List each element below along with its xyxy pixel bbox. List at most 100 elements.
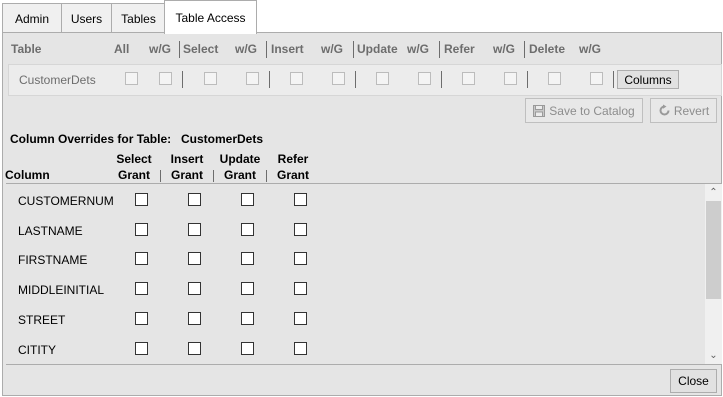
- header-separator: [266, 170, 267, 182]
- row-separator: [182, 71, 183, 88]
- overrides-table-name: CustomerDets: [181, 132, 264, 146]
- refer-wg-checkbox[interactable]: [504, 72, 517, 85]
- tab-bar: Admin Users Tables Table Access: [0, 0, 723, 34]
- scroll-thumb[interactable]: [706, 201, 721, 299]
- select-wg-checkbox[interactable]: [246, 72, 259, 85]
- header-insert-wg: w/G: [235, 42, 258, 56]
- scroll-up-arrow-icon[interactable]: ⌃: [705, 184, 722, 201]
- header-line-2: Grant: [117, 168, 150, 182]
- column-name: STREET: [18, 313, 66, 327]
- row-separator: [355, 71, 356, 88]
- refer-grant-checkbox[interactable]: [294, 193, 307, 206]
- insert-wg-checkbox[interactable]: [332, 72, 345, 85]
- update-grant-checkbox[interactable]: [241, 193, 254, 206]
- close-button-label: Close: [678, 374, 709, 388]
- update-grant-checkbox[interactable]: [241, 282, 254, 295]
- row-separator: [527, 71, 528, 88]
- select-grant-checkbox[interactable]: [135, 193, 148, 206]
- revert-button-label: Revert: [673, 103, 710, 118]
- tab-users[interactable]: Users: [61, 3, 112, 33]
- refer-grant-checkbox[interactable]: [294, 252, 307, 265]
- columns-button[interactable]: Columns: [617, 70, 679, 89]
- column-list[interactable]: CUSTOMERNUM LASTNAME FIRSTNAME MIDDLEINI…: [6, 183, 722, 365]
- close-button[interactable]: Close: [670, 369, 717, 393]
- select-grant-checkbox[interactable]: [135, 312, 148, 325]
- select-checkbox[interactable]: [204, 72, 217, 85]
- tab-admin[interactable]: Admin: [2, 3, 62, 33]
- header-separator: [439, 41, 440, 58]
- header-select-wg: w/G: [149, 42, 172, 56]
- tab-tables[interactable]: Tables: [111, 3, 166, 33]
- header-refer: Refer: [444, 42, 475, 56]
- update-grant-header: Update Grant: [217, 151, 263, 183]
- header-line-2: Grant: [223, 168, 256, 182]
- all-wg-checkbox[interactable]: [159, 72, 172, 85]
- header-line-1: Insert: [170, 152, 204, 166]
- overrides-title: Column Overrides for Table:: [10, 132, 172, 146]
- refer-grant-checkbox[interactable]: [294, 223, 307, 236]
- insert-grant-checkbox[interactable]: [188, 342, 201, 355]
- delete-checkbox[interactable]: [548, 72, 561, 85]
- header-insert: Insert: [271, 42, 304, 56]
- select-grant-checkbox[interactable]: [135, 282, 148, 295]
- tab-table-access[interactable]: Table Access: [164, 0, 257, 34]
- update-wg-checkbox[interactable]: [418, 72, 431, 85]
- save-icon: [533, 104, 546, 117]
- select-grant-checkbox[interactable]: [135, 223, 148, 236]
- header-separator: [213, 170, 214, 182]
- update-grant-checkbox[interactable]: [241, 223, 254, 236]
- table-row[interactable]: CustomerDets Columns: [8, 64, 722, 96]
- header-separator: [353, 41, 354, 58]
- refer-checkbox[interactable]: [462, 72, 475, 85]
- table-access-panel: Table All w/G Select w/G Insert w/G Upda…: [2, 32, 722, 396]
- header-separator: [524, 41, 525, 58]
- insert-grant-checkbox[interactable]: [188, 312, 201, 325]
- header-all: All: [114, 42, 130, 56]
- update-checkbox[interactable]: [376, 72, 389, 85]
- refer-grant-checkbox[interactable]: [294, 342, 307, 355]
- select-grant-checkbox[interactable]: [135, 252, 148, 265]
- insert-grant-checkbox[interactable]: [188, 223, 201, 236]
- refer-grant-checkbox[interactable]: [294, 282, 307, 295]
- vertical-scrollbar[interactable]: ⌃ ⌄: [705, 184, 722, 364]
- tab-label: Users: [70, 11, 103, 26]
- refer-grant-header: Refer Grant: [273, 151, 313, 183]
- save-to-catalog-button[interactable]: Save to Catalog: [525, 98, 643, 123]
- header-refer-wg: w/G: [407, 42, 430, 56]
- column-name: CITITY: [18, 343, 56, 357]
- row-separator: [613, 71, 614, 88]
- insert-grant-checkbox[interactable]: [188, 282, 201, 295]
- scroll-down-arrow-icon[interactable]: ⌄: [705, 347, 722, 364]
- row-separator: [441, 71, 442, 88]
- header-line-1: Refer: [277, 152, 309, 166]
- column-name: MIDDLEINITIAL: [18, 283, 105, 297]
- row-separator: [269, 71, 270, 88]
- columns-button-label: Columns: [624, 72, 672, 87]
- tab-label: Tables: [121, 11, 156, 26]
- header-separator: [266, 41, 267, 58]
- all-checkbox[interactable]: [125, 72, 138, 85]
- insert-grant-header: Insert Grant: [167, 151, 207, 183]
- header-line-1: Update: [219, 152, 261, 166]
- column-name: LASTNAME: [18, 224, 83, 238]
- save-button-label: Save to Catalog: [549, 103, 635, 118]
- column-name: FIRSTNAME: [18, 253, 88, 267]
- header-line-2: Grant: [276, 168, 309, 182]
- delete-wg-checkbox[interactable]: [590, 72, 603, 85]
- insert-grant-checkbox[interactable]: [188, 193, 201, 206]
- column-header: Column: [5, 168, 50, 182]
- revert-button[interactable]: Revert: [650, 98, 717, 123]
- insert-grant-checkbox[interactable]: [188, 252, 201, 265]
- table-name: CustomerDets: [19, 73, 96, 87]
- update-grant-checkbox[interactable]: [241, 252, 254, 265]
- refer-grant-checkbox[interactable]: [294, 312, 307, 325]
- update-grant-checkbox[interactable]: [241, 312, 254, 325]
- header-delete: Delete: [529, 42, 566, 56]
- select-grant-checkbox[interactable]: [135, 342, 148, 355]
- header-update: Update: [357, 42, 398, 56]
- header-separator: [179, 41, 180, 58]
- tab-label: Table Access: [175, 10, 246, 25]
- header-delete-wg: w/G: [579, 42, 602, 56]
- insert-checkbox[interactable]: [290, 72, 303, 85]
- update-grant-checkbox[interactable]: [241, 342, 254, 355]
